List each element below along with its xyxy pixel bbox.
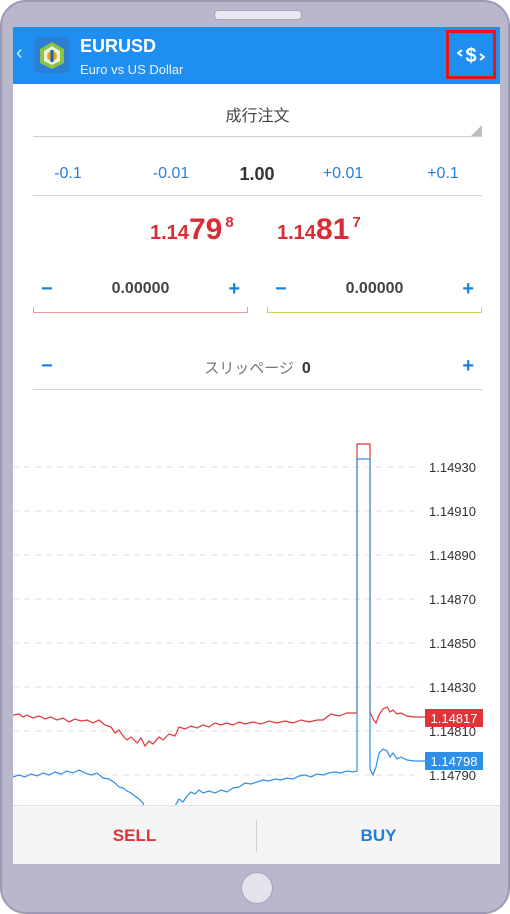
take-profit-plus-button[interactable]: + <box>462 278 474 301</box>
y-axis-ticks: 1.14930 1.14910 1.14890 1.14870 1.14850 1.148… <box>429 460 476 783</box>
symbol-title: EURUSD <box>80 36 157 56</box>
chart-grid <box>13 466 421 776</box>
slippage-plus-button[interactable]: + <box>462 355 474 378</box>
volume-stepper: -0.1 -0.01 1.00 +0.01 +0.1 <box>33 155 482 196</box>
bid-price-tag-label: 1.14798 <box>431 754 478 769</box>
y-tick-label: 1.14790 <box>429 768 476 783</box>
ask-price-pips: 81 <box>315 213 350 246</box>
order-type-label: 成行注文 <box>225 108 290 125</box>
sell-button[interactable]: SELL <box>13 806 256 864</box>
currency-swap-icon: $ <box>457 45 485 67</box>
volume-plus-0.1-button[interactable]: +0.1 <box>413 165 473 183</box>
volume-minus-0.01-button[interactable]: -0.01 <box>141 165 201 183</box>
order-type-select[interactable]: 成行注文 <box>33 94 482 137</box>
ask-price-prefix: 1.14 <box>277 222 316 244</box>
tick-chart: 1.14930 1.14910 1.14890 1.14870 1.14850 1.148… <box>13 443 483 805</box>
stop-loss-field: − 0.00000 + <box>33 273 248 313</box>
slippage-value[interactable]: 0 <box>302 360 311 377</box>
bid-price-tag: 1.14798 <box>425 752 483 770</box>
take-profit-value[interactable]: 0.00000 <box>267 280 482 298</box>
stop-loss-value[interactable]: 0.00000 <box>33 280 248 298</box>
volume-plus-0.01-button[interactable]: +0.01 <box>313 165 373 183</box>
field-corner-mark <box>247 307 248 313</box>
y-tick-label: 1.14870 <box>429 592 476 607</box>
metatrader-logo-icon <box>34 37 70 73</box>
ask-price: 1.1481 7 <box>277 213 361 247</box>
svg-text:$: $ <box>465 45 476 67</box>
ask-price-fraction: 7 <box>352 214 361 231</box>
bid-price: 1.1479 8 <box>150 213 234 247</box>
ask-price-tag: 1.14817 <box>425 709 483 727</box>
app-screen: ‹ EURUSD Euro vs US Dollar $ 成行注文 -0.1 -… <box>13 27 500 864</box>
volume-value[interactable]: 1.00 <box>227 164 287 185</box>
field-corner-mark <box>267 307 268 313</box>
y-tick-label: 1.14930 <box>429 460 476 475</box>
symbol-description: Euro vs US Dollar <box>80 62 184 77</box>
ask-price-line <box>13 443 425 748</box>
dropdown-corner-icon <box>471 125 482 136</box>
bid-price-pips: 79 <box>188 213 223 246</box>
y-tick-label: 1.14850 <box>429 636 476 651</box>
slippage-label-text: スリッページ <box>204 360 294 377</box>
ask-price-tag-label: 1.14817 <box>431 711 478 726</box>
take-profit-field: − 0.00000 + <box>267 273 482 313</box>
home-button[interactable] <box>241 872 273 904</box>
speaker-slot <box>214 10 302 20</box>
bid-price-prefix: 1.14 <box>150 222 189 244</box>
phone-frame: ‹ EURUSD Euro vs US Dollar $ 成行注文 -0.1 -… <box>0 0 510 914</box>
bid-price-line <box>13 458 425 805</box>
currency-swap-button[interactable]: $ <box>446 30 496 79</box>
y-tick-label: 1.14910 <box>429 504 476 519</box>
volume-minus-0.1-button[interactable]: -0.1 <box>38 165 98 183</box>
buy-button[interactable]: BUY <box>257 806 500 864</box>
stop-loss-plus-button[interactable]: + <box>228 278 240 301</box>
app-header: ‹ EURUSD Euro vs US Dollar $ <box>13 27 500 84</box>
y-tick-label: 1.14830 <box>429 680 476 695</box>
trade-actions-bar: SELL BUY <box>13 805 500 864</box>
chevron-left-icon[interactable]: ‹ <box>16 42 23 65</box>
field-corner-mark <box>481 307 482 313</box>
bid-price-fraction: 8 <box>225 214 234 231</box>
slippage-label: スリッページ 0 <box>33 357 482 378</box>
field-corner-mark <box>33 307 34 313</box>
y-tick-label: 1.14890 <box>429 548 476 563</box>
slippage-field: − スリッページ 0 + <box>33 351 482 390</box>
